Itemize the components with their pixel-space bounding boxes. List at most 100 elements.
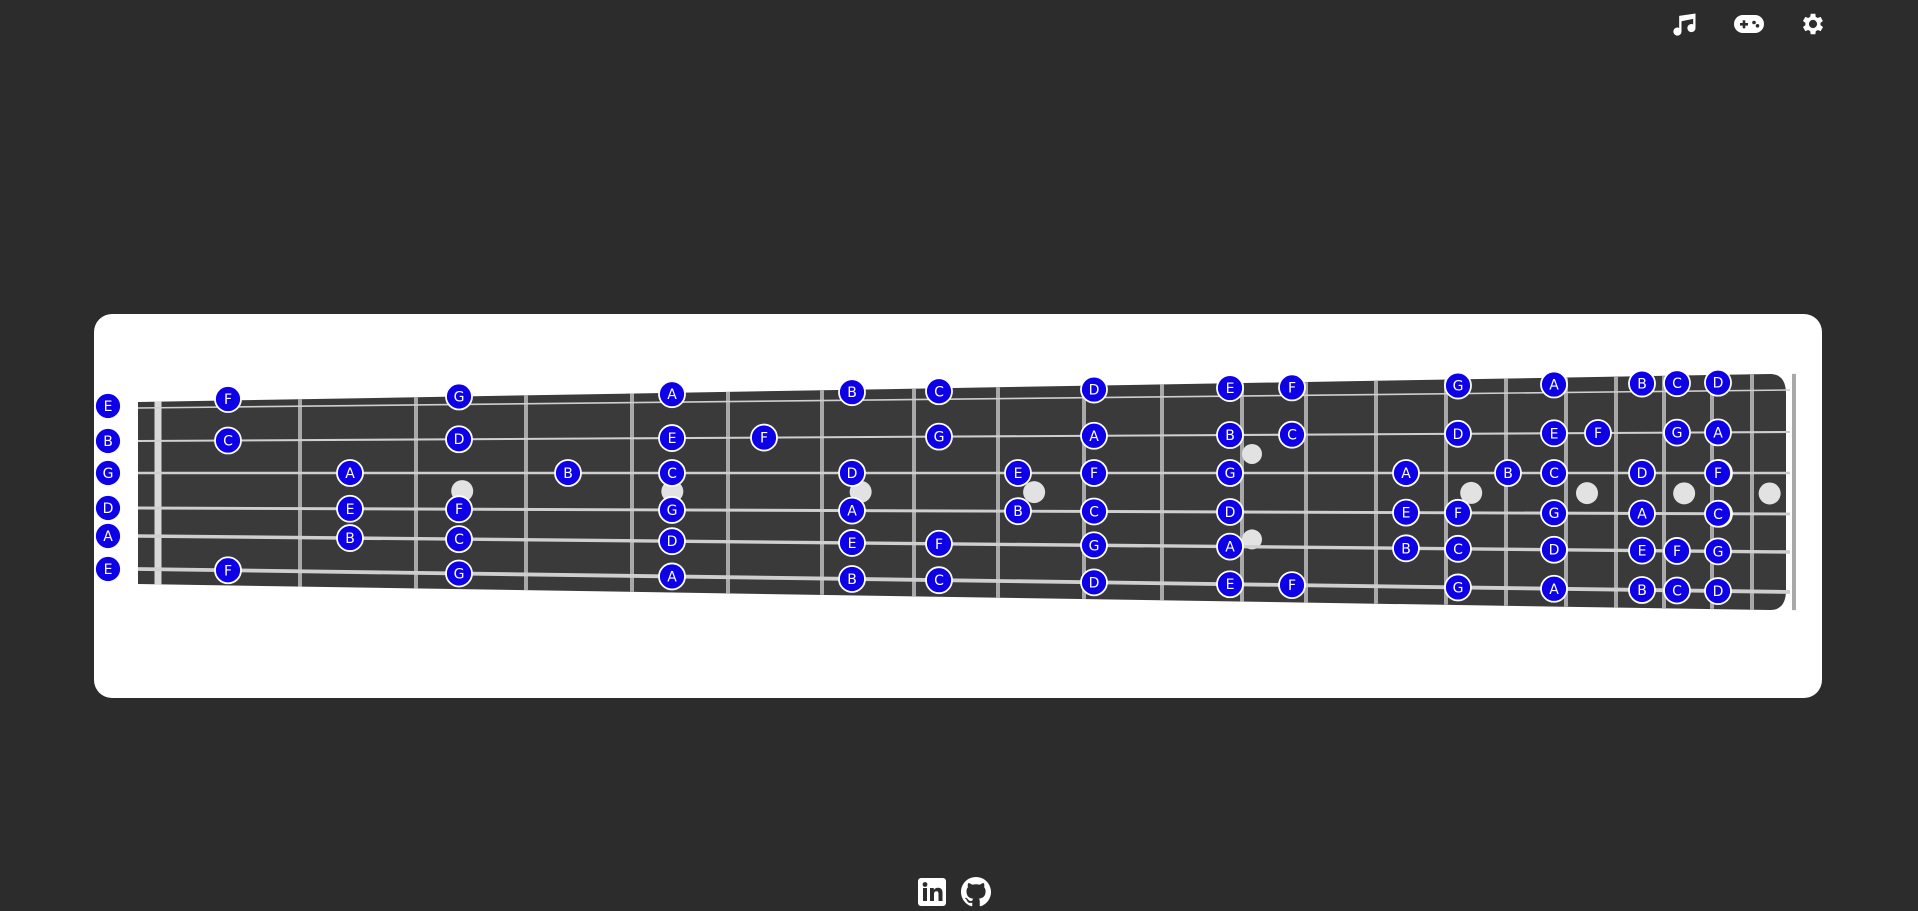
note-label: B (1225, 428, 1235, 444)
note-label: G (454, 389, 465, 405)
note-label: F (1714, 466, 1722, 482)
note-label: D (103, 501, 114, 517)
note-label: B (1637, 583, 1647, 599)
note-label: G (1549, 506, 1560, 522)
music-mode-button[interactable] (1666, 8, 1704, 40)
fret-note: F (1663, 537, 1691, 565)
open-string-note: D (94, 494, 122, 522)
open-string-note: G (94, 459, 122, 487)
note-label: B (103, 434, 113, 450)
fret-note: F (1278, 373, 1306, 402)
fret-note: E (1216, 374, 1244, 402)
fret-note: C (925, 377, 953, 406)
note-label: E (1550, 426, 1559, 442)
fret-note: F (214, 556, 242, 585)
fret-note: E (658, 424, 686, 452)
note-label: A (1225, 540, 1235, 556)
note-label: E (1226, 577, 1235, 593)
fret-note: C (1704, 499, 1732, 528)
fretboard-body (137, 373, 1796, 611)
note-label: G (1713, 544, 1724, 560)
note-label: G (454, 566, 465, 582)
github-link[interactable] (960, 876, 992, 908)
linkedin-icon (918, 878, 946, 906)
fret-note: C (1444, 534, 1472, 563)
note-label: G (1453, 580, 1464, 596)
open-string-note: A (94, 522, 122, 550)
note-label: C (1453, 542, 1463, 558)
note-label: C (934, 384, 944, 400)
fret-note: B (1494, 459, 1522, 487)
fret-note: G (1663, 418, 1691, 447)
note-label: B (1503, 466, 1513, 482)
fret-note: C (1663, 369, 1691, 398)
note-label: B (847, 385, 857, 401)
footer (916, 876, 992, 908)
open-string-note: B (94, 427, 122, 455)
note-label: C (667, 466, 677, 482)
fret-note: F (445, 495, 473, 524)
note-label: E (1014, 466, 1023, 482)
note-label: E (346, 502, 355, 518)
fret-note: E (838, 529, 866, 557)
fret-note: G (1444, 371, 1472, 400)
note-label: G (934, 430, 945, 446)
inlay-dot (1758, 482, 1781, 505)
fret-note: G (658, 496, 686, 524)
fret-note: C (658, 459, 686, 487)
fret-note: B (1392, 534, 1420, 563)
fret-note: D (838, 459, 866, 487)
note-label: A (1549, 582, 1559, 598)
fret-note: C (925, 566, 953, 595)
fret-note: A (1080, 421, 1108, 450)
fret-note: C (1540, 459, 1568, 487)
fret-note: D (658, 527, 686, 556)
fret-note: A (658, 562, 686, 591)
note-label: E (104, 562, 113, 578)
fret-note: C (445, 525, 473, 554)
linkedin-link[interactable] (916, 876, 948, 908)
fret-note: D (1444, 419, 1472, 448)
fret-note: A (1704, 418, 1732, 447)
note-label: F (760, 431, 768, 447)
note-label: E (1226, 381, 1235, 397)
inlay-dot (1242, 443, 1262, 464)
note-label: A (1401, 466, 1411, 482)
note-label: F (1288, 380, 1296, 396)
note-label: D (1453, 427, 1464, 443)
settings-button[interactable] (1794, 8, 1832, 40)
music-note-icon (1673, 13, 1696, 36)
note-label: B (563, 466, 573, 482)
note-label: B (1013, 504, 1023, 520)
inlay-dot (1576, 482, 1598, 505)
fret-note: F (925, 529, 953, 558)
note-label: B (1637, 377, 1647, 393)
note-label: D (1225, 505, 1236, 521)
fret-note: C (1663, 576, 1691, 605)
game-mode-button[interactable] (1730, 8, 1768, 40)
fret-note: B (1628, 369, 1656, 398)
open-string-note: E (94, 555, 122, 583)
fret-note: F (750, 423, 778, 452)
fret-note: A (1216, 532, 1244, 561)
note-label: E (1638, 544, 1647, 560)
note-label: B (847, 572, 857, 588)
fretboard-panel: EBGDAEFCFAEBGDFCGBAECGDAFBDAEBCGFCEBDAFC… (94, 314, 1822, 698)
fret-note: G (445, 559, 473, 588)
fret-note: D (445, 425, 473, 454)
fret-note: D (1704, 368, 1732, 397)
note-label: E (104, 399, 113, 415)
note-label: E (848, 536, 857, 552)
note-label: F (1288, 578, 1296, 594)
note-label: G (667, 503, 678, 519)
fret-note: B (336, 524, 364, 552)
open-string-note: E (94, 392, 122, 420)
fret-note: A (1392, 459, 1420, 487)
note-label: A (1713, 425, 1723, 441)
note-label: C (1672, 376, 1682, 392)
fret-note: D (1080, 375, 1108, 404)
fretboard-wood (138, 374, 1786, 610)
note-label: D (1089, 575, 1100, 591)
fret-note: A (838, 496, 866, 525)
note-label: D (1713, 584, 1724, 600)
